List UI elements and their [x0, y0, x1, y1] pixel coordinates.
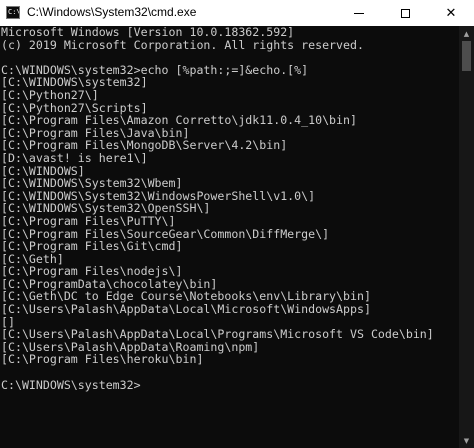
cmd-app-icon[interactable]: C:\.	[6, 6, 20, 19]
minimize-button[interactable]	[336, 0, 382, 26]
console-line: [D:\avast! is here1\]	[1, 150, 148, 165]
close-icon: ✕	[445, 5, 457, 21]
close-button[interactable]: ✕	[428, 0, 474, 26]
maximize-icon	[400, 8, 410, 18]
window-title: C:\Windows\System32\cmd.exe	[27, 5, 197, 19]
minimize-icon	[354, 12, 364, 14]
scroll-down-icon[interactable]: ▼	[459, 433, 474, 448]
vertical-scrollbar[interactable]: ▲ ▼	[459, 26, 474, 448]
console-line: (c) 2019 Microsoft Corporation. All righ…	[1, 37, 364, 52]
title-bar[interactable]: C:\. C:\Windows\System32\cmd.exe ✕	[0, 0, 474, 26]
console-line: [C:\Program Files\Git\cmd]	[1, 239, 183, 254]
console-line: [C:\Program Files\nodejs\]	[1, 264, 183, 279]
console-line: [C:\Program Files\Amazon Corretto\jdk11.…	[1, 113, 357, 128]
console-line: [C:\Python27\]	[1, 87, 99, 102]
console-line: [C:\Users\Palash\AppData\Local\Programs\…	[1, 327, 434, 342]
console-line: [C:\Program Files\heroku\bin]	[1, 352, 204, 367]
console-line: Microsoft Windows [Version 10.0.18362.59…	[1, 26, 295, 39]
scroll-up-icon[interactable]: ▲	[459, 26, 474, 41]
console-line: [C:\WINDOWS\System32\Wbem]	[1, 176, 183, 191]
cmd-window: C:\. C:\Windows\System32\cmd.exe ✕ Micro…	[0, 0, 474, 448]
scroll-thumb[interactable]	[462, 41, 471, 71]
console-line: C:\WINDOWS\system32>	[1, 377, 141, 392]
console-line: [C:\Users\Palash\AppData\Local\Microsoft…	[1, 302, 371, 317]
console-line: [C:\Program Files\PuTTY\]	[1, 213, 176, 228]
maximize-button[interactable]	[382, 0, 428, 26]
console-output[interactable]: Microsoft Windows [Version 10.0.18362.59…	[0, 26, 459, 448]
console-text: Microsoft Windows [Version 10.0.18362.59…	[0, 26, 459, 391]
